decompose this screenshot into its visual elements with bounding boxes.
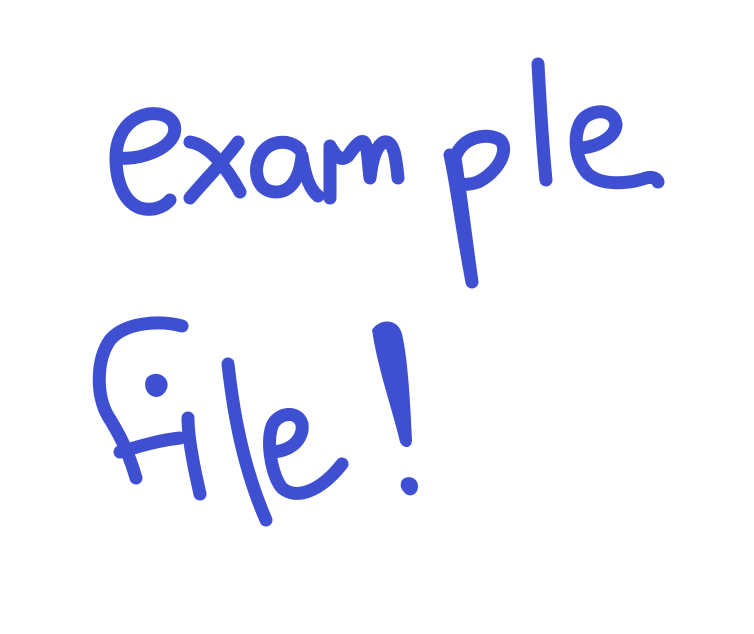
drawing-canvas: example <box>0 0 754 634</box>
letter-i-dot <box>145 373 168 397</box>
handwritten-word-file <box>92 316 418 527</box>
letter-i-stem <box>181 411 207 501</box>
letter-l-2 <box>221 357 273 527</box>
exclamation-dot <box>400 477 418 496</box>
letter-e-3 <box>263 408 349 500</box>
exclamation-stroke <box>372 321 412 448</box>
handwritten-word-example <box>109 57 665 289</box>
letter-m <box>323 135 405 205</box>
handwriting-drawing: example <box>92 57 665 527</box>
letter-e-1 <box>109 107 182 216</box>
letter-f-loop <box>92 316 189 485</box>
letter-l <box>531 57 553 187</box>
letter-f-crossbar <box>113 431 187 459</box>
letter-e-2 <box>569 105 665 190</box>
letter-a <box>250 135 325 203</box>
letter-p <box>443 129 511 289</box>
